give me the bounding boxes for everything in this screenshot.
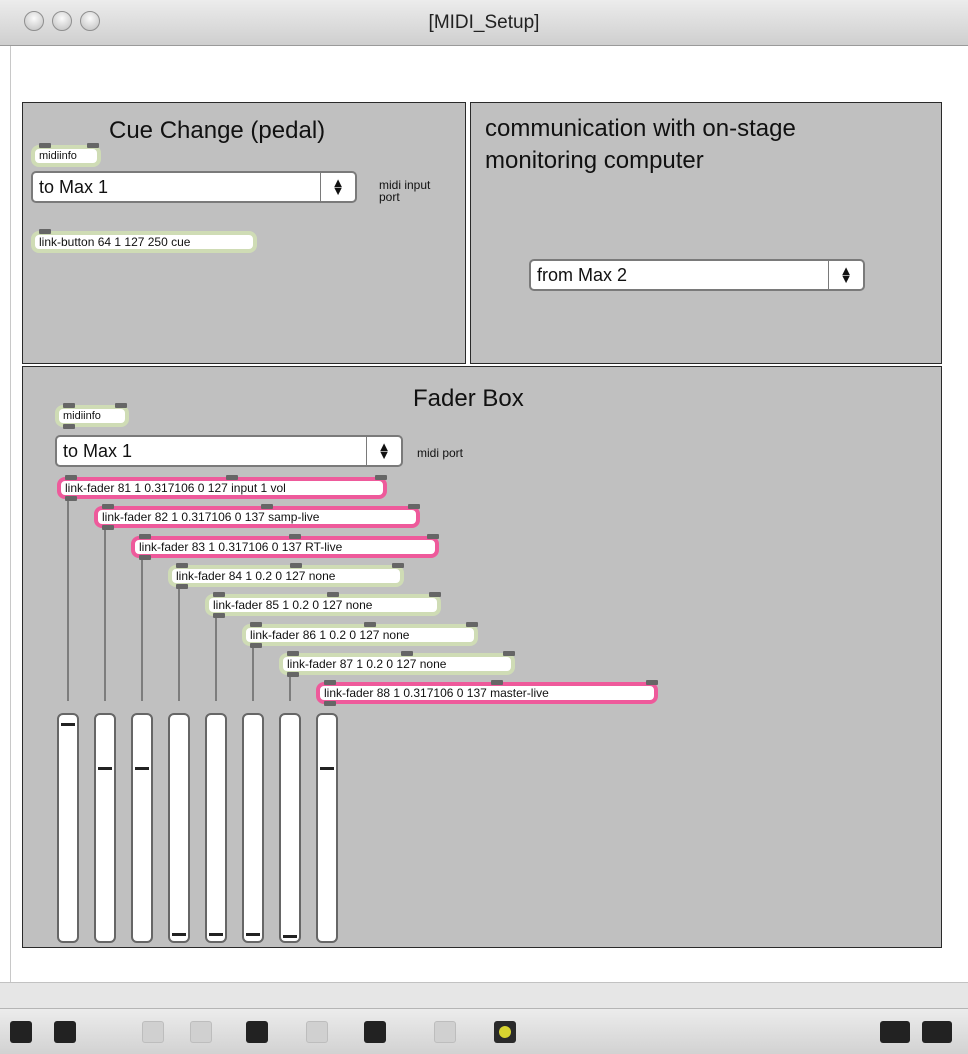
debug-icon[interactable] [246,1021,268,1043]
bottom-toolbar [0,1008,968,1054]
link-fader-object[interactable]: link-fader 85 1 0.2 0 127 none [205,592,441,619]
midiinfo-object[interactable]: midiinfo [31,143,101,167]
patch-cord [67,501,69,701]
fader-midi-port-menu[interactable]: to Max 1 ▲ ▼ [55,435,403,467]
cue-change-title: Cue Change (pedal) [109,117,326,144]
communication-port-menu[interactable]: from Max 2 ▲ ▼ [529,259,865,291]
fader-slider[interactable] [168,713,190,943]
fader-slider[interactable] [279,713,301,943]
link-button-object[interactable]: link-button 64 1 127 250 cue [31,229,257,253]
presentation-icon[interactable] [54,1021,76,1043]
edit-icon[interactable] [494,1021,516,1043]
patchcord-icon[interactable] [142,1021,164,1043]
link-fader-object[interactable]: link-fader 88 1 0.317106 0 137 master-li… [316,680,658,707]
communication-port-value: from Max 2 [537,264,628,285]
link-fader-object[interactable]: link-fader 81 1 0.317106 0 127 input 1 v… [57,475,387,501]
fader-slider[interactable] [131,713,153,943]
link-fader-object[interactable]: link-fader 84 1 0.2 0 127 none [168,562,404,589]
chevron-updown-icon: ▲ ▼ [320,173,355,201]
link-fader-label: link-fader 86 1 0.2 0 127 none [250,627,410,642]
link-fader-label: link-fader 85 1 0.2 0 127 none [213,598,373,613]
fader-knob[interactable] [320,766,334,770]
fader-knob[interactable] [135,766,149,770]
midi-input-port-label: midi input port [379,178,431,204]
grid-icon[interactable] [434,1021,456,1043]
link-fader-object[interactable]: link-fader 82 1 0.317106 0 137 samp-live [94,504,420,531]
link-fader-label: link-fader 87 1 0.2 0 127 none [287,656,447,671]
midi-input-port-menu[interactable]: to Max 1 ▲ ▼ [31,171,357,203]
fader-knob[interactable] [61,723,75,727]
inspector-icon[interactable] [364,1021,386,1043]
fader-slider[interactable] [316,713,338,943]
fader-slider[interactable] [94,713,116,943]
lock-icon[interactable] [10,1021,32,1043]
midiinfo-label: midiinfo [39,150,77,162]
patch-cord [289,676,291,701]
chevron-updown-icon: ▲ ▼ [366,437,401,465]
patch-cord [104,530,106,701]
fader-box-title: Fader Box [413,385,524,412]
link-fader-label: link-fader 88 1 0.317106 0 137 master-li… [324,686,549,701]
midi-input-port-value: to Max 1 [39,176,109,197]
fader-midiinfo-label: midiinfo [63,410,101,422]
fader-knob[interactable] [246,932,260,936]
patch-cord [252,647,254,701]
status-bar [0,982,968,1009]
link-button-label: link-button 64 1 127 250 cue [39,235,191,249]
fader-knob[interactable] [172,932,186,936]
split-icon[interactable] [880,1021,910,1043]
fader-knob[interactable] [98,766,112,770]
fader-midiinfo-object[interactable]: midiinfo [55,403,129,429]
communication-panel: communication with on-stage monitoring c… [470,102,942,364]
window-icon[interactable] [922,1021,952,1043]
link-fader-label: link-fader 81 1 0.317106 0 127 input 1 v… [65,481,286,495]
cue-change-panel: Cue Change (pedal) midiinfo to Max 1 ▲ ▼ … [22,102,466,364]
link-fader-object[interactable]: link-fader 83 1 0.317106 0 137 RT-live [131,533,439,560]
patch-cord [178,588,180,701]
fader-midi-port-value: to Max 1 [63,440,133,461]
link-fader-object[interactable]: link-fader 86 1 0.2 0 127 none [242,621,478,648]
fader-knob[interactable] [209,932,223,936]
chevron-updown-icon: ▲ ▼ [828,261,863,289]
fader-slider[interactable] [205,713,227,943]
link-fader-label: link-fader 84 1 0.2 0 127 none [176,568,336,583]
fader-slider[interactable] [242,713,264,943]
link-fader-label: link-fader 82 1 0.317106 0 137 samp-live [102,510,320,525]
fader-midi-port-label: midi port [417,446,464,460]
communication-title: communication with on-stage monitoring c… [485,115,796,174]
fader-box-panel: Fader Box midiinfo to Max 1 ▲ ▼ midi port… [22,366,942,948]
patch-cord [215,618,217,701]
delete-icon[interactable] [190,1021,212,1043]
info-icon[interactable] [306,1021,328,1043]
fader-slider[interactable] [57,713,79,943]
window-title: [MIDI_Setup] [428,12,540,33]
fader-knob[interactable] [283,934,297,938]
patch-cord [141,559,143,701]
link-fader-label: link-fader 83 1 0.317106 0 137 RT-live [139,539,343,554]
link-fader-object[interactable]: link-fader 87 1 0.2 0 127 none [279,650,515,677]
window-titlebar[interactable]: [MIDI_Setup] [0,0,968,46]
